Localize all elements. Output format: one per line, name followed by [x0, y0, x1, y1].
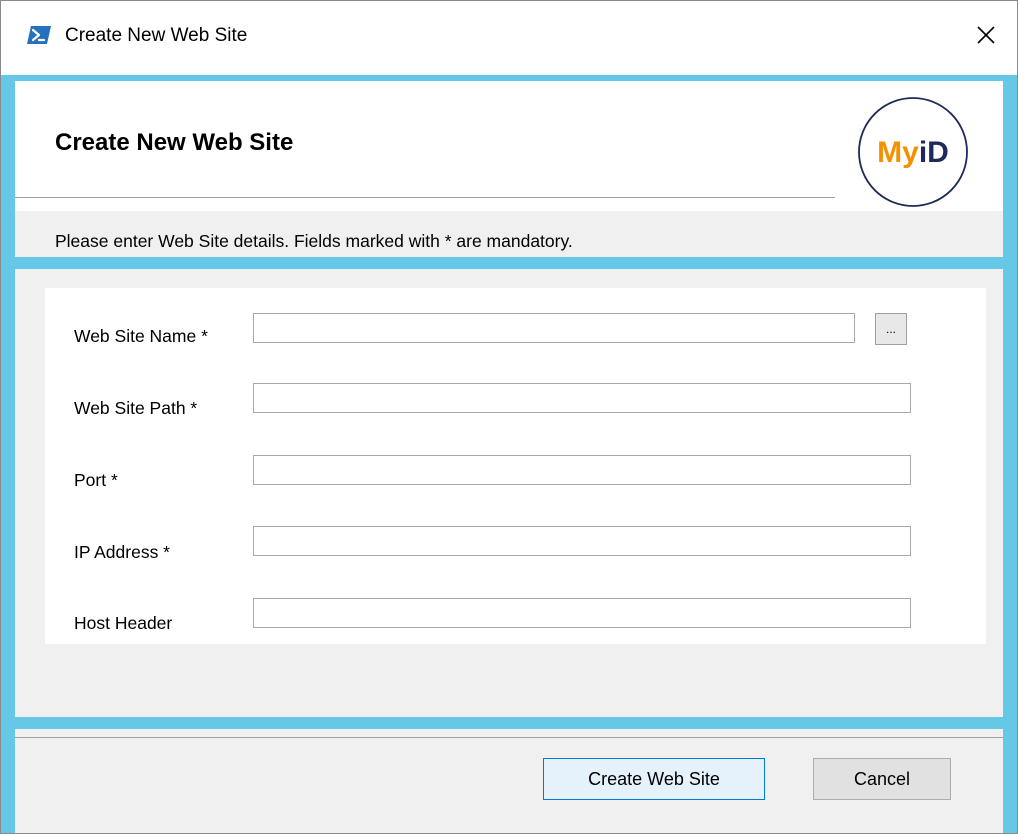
logo-text-id: iD [919, 136, 949, 169]
form-area: Web Site Name * ... Web Site Path * Port… [45, 288, 986, 644]
close-icon[interactable] [961, 11, 1011, 61]
svg-text:MyiD: MyiD [877, 136, 949, 169]
instructions-text: Please enter Web Site details. Fields ma… [55, 231, 573, 251]
create-web-site-dialog: Create New Web Site Create New Web Site … [0, 0, 1018, 834]
footer-panel: Create Web Site Cancel [15, 729, 1003, 833]
dialog-frame: Create New Web Site MyiD Please enter We… [1, 75, 1017, 833]
ip-address-input[interactable] [253, 526, 911, 556]
form-panel: Web Site Name * ... Web Site Path * Port… [15, 269, 1003, 717]
web-site-path-label: Web Site Path * [74, 398, 198, 418]
logo-text-my: My [877, 136, 919, 169]
web-site-path-input[interactable] [253, 383, 911, 413]
create-web-site-button[interactable]: Create Web Site [543, 758, 765, 800]
powershell-icon [27, 26, 51, 44]
port-label: Port * [74, 470, 118, 490]
web-site-name-input[interactable] [253, 313, 855, 343]
ip-address-label: IP Address * [74, 542, 170, 562]
header-banner: Create New Web Site MyiD [15, 81, 1003, 211]
browse-button[interactable]: ... [875, 313, 907, 345]
host-header-label: Host Header [74, 613, 173, 633]
myid-logo: MyiD [858, 97, 968, 207]
page-title: Create New Web Site [55, 129, 294, 156]
footer-divider [15, 737, 1003, 738]
header-divider [15, 197, 835, 198]
header-panel: Create New Web Site MyiD Please enter We… [15, 81, 1003, 257]
web-site-name-label: Web Site Name * [74, 326, 208, 346]
title-bar[interactable]: Create New Web Site [1, 1, 1017, 75]
cancel-button[interactable]: Cancel [813, 758, 951, 800]
host-header-input[interactable] [253, 598, 911, 628]
window-title: Create New Web Site [65, 25, 248, 46]
port-input[interactable] [253, 455, 911, 485]
